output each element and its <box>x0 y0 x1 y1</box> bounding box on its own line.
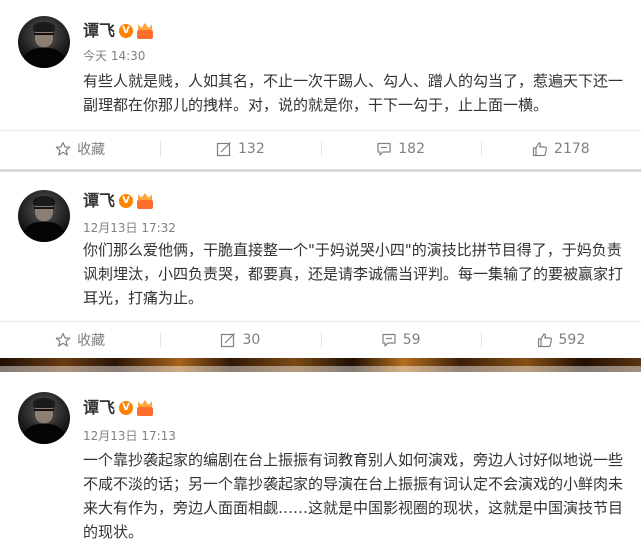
post-content: 一个靠抄袭起家的编剧在台上振振有词教育别人如何演戏，旁边人讨好似地说一些不咸不淡… <box>83 451 624 541</box>
level-badge-icon <box>136 193 154 209</box>
post-time[interactable]: 今天 14:30 <box>83 49 145 63</box>
action-bar: 收藏 30 59 592 <box>0 322 641 358</box>
author-avatar[interactable] <box>18 190 70 242</box>
like-count: 2178 <box>554 141 590 157</box>
post-content: 有些人就是贱，人如其名，不止一次干踢人、勾人、蹭人的勾当了，惹遍天下还一副理都在… <box>83 72 624 114</box>
weibo-post-3: 谭飞 V 12月13日 17:13 一个靠抄袭起家的编剧在台上振振有词教育别人如… <box>0 372 641 554</box>
author-name[interactable]: 谭飞 <box>83 192 115 210</box>
thumbs-up-icon <box>532 142 548 157</box>
comment-icon <box>377 142 391 156</box>
action-bar: 收藏 132 182 2178 <box>0 131 641 167</box>
post-time[interactable]: 12月13日 17:32 <box>83 221 176 235</box>
comment-count: 182 <box>398 141 425 157</box>
author-avatar[interactable] <box>18 392 70 444</box>
author-name[interactable]: 谭飞 <box>83 22 115 40</box>
repost-icon <box>221 333 236 348</box>
star-icon <box>55 141 71 156</box>
repost-button[interactable]: 132 <box>160 131 320 167</box>
comment-icon <box>382 333 396 347</box>
star-icon <box>55 332 71 347</box>
like-count: 592 <box>558 332 586 348</box>
weibo-post-2: 谭飞 V 12月13日 17:32 你们那么爱他俩，干脆直接整一个"于妈说哭小四… <box>0 176 641 358</box>
like-button[interactable]: 2178 <box>480 131 641 167</box>
repost-count: 30 <box>242 332 261 348</box>
author-name[interactable]: 谭飞 <box>83 399 115 417</box>
comment-count: 59 <box>402 332 421 348</box>
thumbs-up-icon <box>537 333 552 348</box>
repost-icon <box>216 142 231 157</box>
author-avatar[interactable] <box>18 16 70 68</box>
repost-count: 132 <box>238 141 265 157</box>
favorite-button[interactable]: 收藏 <box>0 322 160 358</box>
comment-button[interactable]: 182 <box>320 131 481 167</box>
repost-button[interactable]: 30 <box>160 322 320 358</box>
weibo-post-1: 谭飞 V 今天 14:30 有些人就是贱，人如其名，不止一次干踢人、勾人、蹭人的… <box>0 0 641 176</box>
favorite-label: 收藏 <box>77 142 106 158</box>
post-content: 你们那么爱他俩，干脆直接整一个"于妈说哭小四"的演技比拼节目得了，于妈负责讽刺埋… <box>83 241 624 307</box>
image-strip-separator <box>0 358 641 366</box>
level-badge-icon <box>136 23 154 39</box>
level-badge-icon <box>136 400 154 416</box>
favorite-label: 收藏 <box>77 333 106 349</box>
favorite-button[interactable]: 收藏 <box>0 131 160 167</box>
comment-button[interactable]: 59 <box>320 322 481 358</box>
separator <box>0 169 641 172</box>
verified-badge-icon: V <box>119 401 133 415</box>
like-button[interactable]: 592 <box>480 322 641 358</box>
verified-badge-icon: V <box>119 24 133 38</box>
post-time[interactable]: 12月13日 17:13 <box>83 429 176 443</box>
verified-badge-icon: V <box>119 194 133 208</box>
